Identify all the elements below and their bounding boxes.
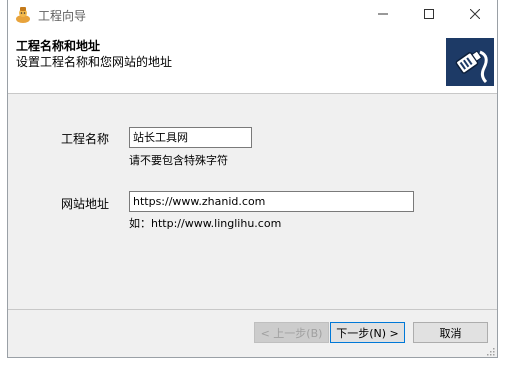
header-title: 工程名称和地址 [16, 39, 101, 53]
site-url-hint: 如：http://www.linglihu.com [129, 217, 282, 230]
cancel-button[interactable]: 取消 [413, 322, 488, 343]
site-url-label: 网站地址 [61, 197, 110, 211]
back-button[interactable]: < 上一步(B) [254, 322, 329, 343]
project-name-input[interactable]: 站长工具网 [129, 127, 252, 148]
window-title: 工程向导 [38, 9, 87, 23]
minimize-button[interactable] [360, 0, 406, 30]
title-bar: 工程向导 [8, 0, 497, 30]
project-name-hint: 请不要包含特殊字符 [129, 154, 228, 167]
project-name-label: 工程名称 [61, 132, 110, 146]
close-icon [469, 8, 481, 22]
resize-grip-icon[interactable] [485, 345, 495, 356]
site-url-input[interactable]: https://www.zhanid.com [129, 191, 414, 212]
close-button[interactable] [452, 0, 498, 30]
next-button[interactable]: 下一步(N) > [330, 322, 405, 343]
footer-divider [8, 309, 497, 310]
wizard-header: 工程名称和地址 设置工程名称和您网站的地址 [8, 30, 497, 94]
minimize-icon [378, 8, 388, 22]
header-subtitle: 设置工程名称和您网站的地址 [16, 55, 173, 69]
maximize-icon [424, 8, 434, 22]
installer-icon [14, 6, 32, 24]
wizard-window: 工程向导 工程名称和地址 设置工程名称和您网站的地址 工程名称 站长工具网 请不… [7, 0, 498, 358]
network-cable-icon [446, 38, 494, 86]
maximize-button[interactable] [406, 0, 452, 30]
